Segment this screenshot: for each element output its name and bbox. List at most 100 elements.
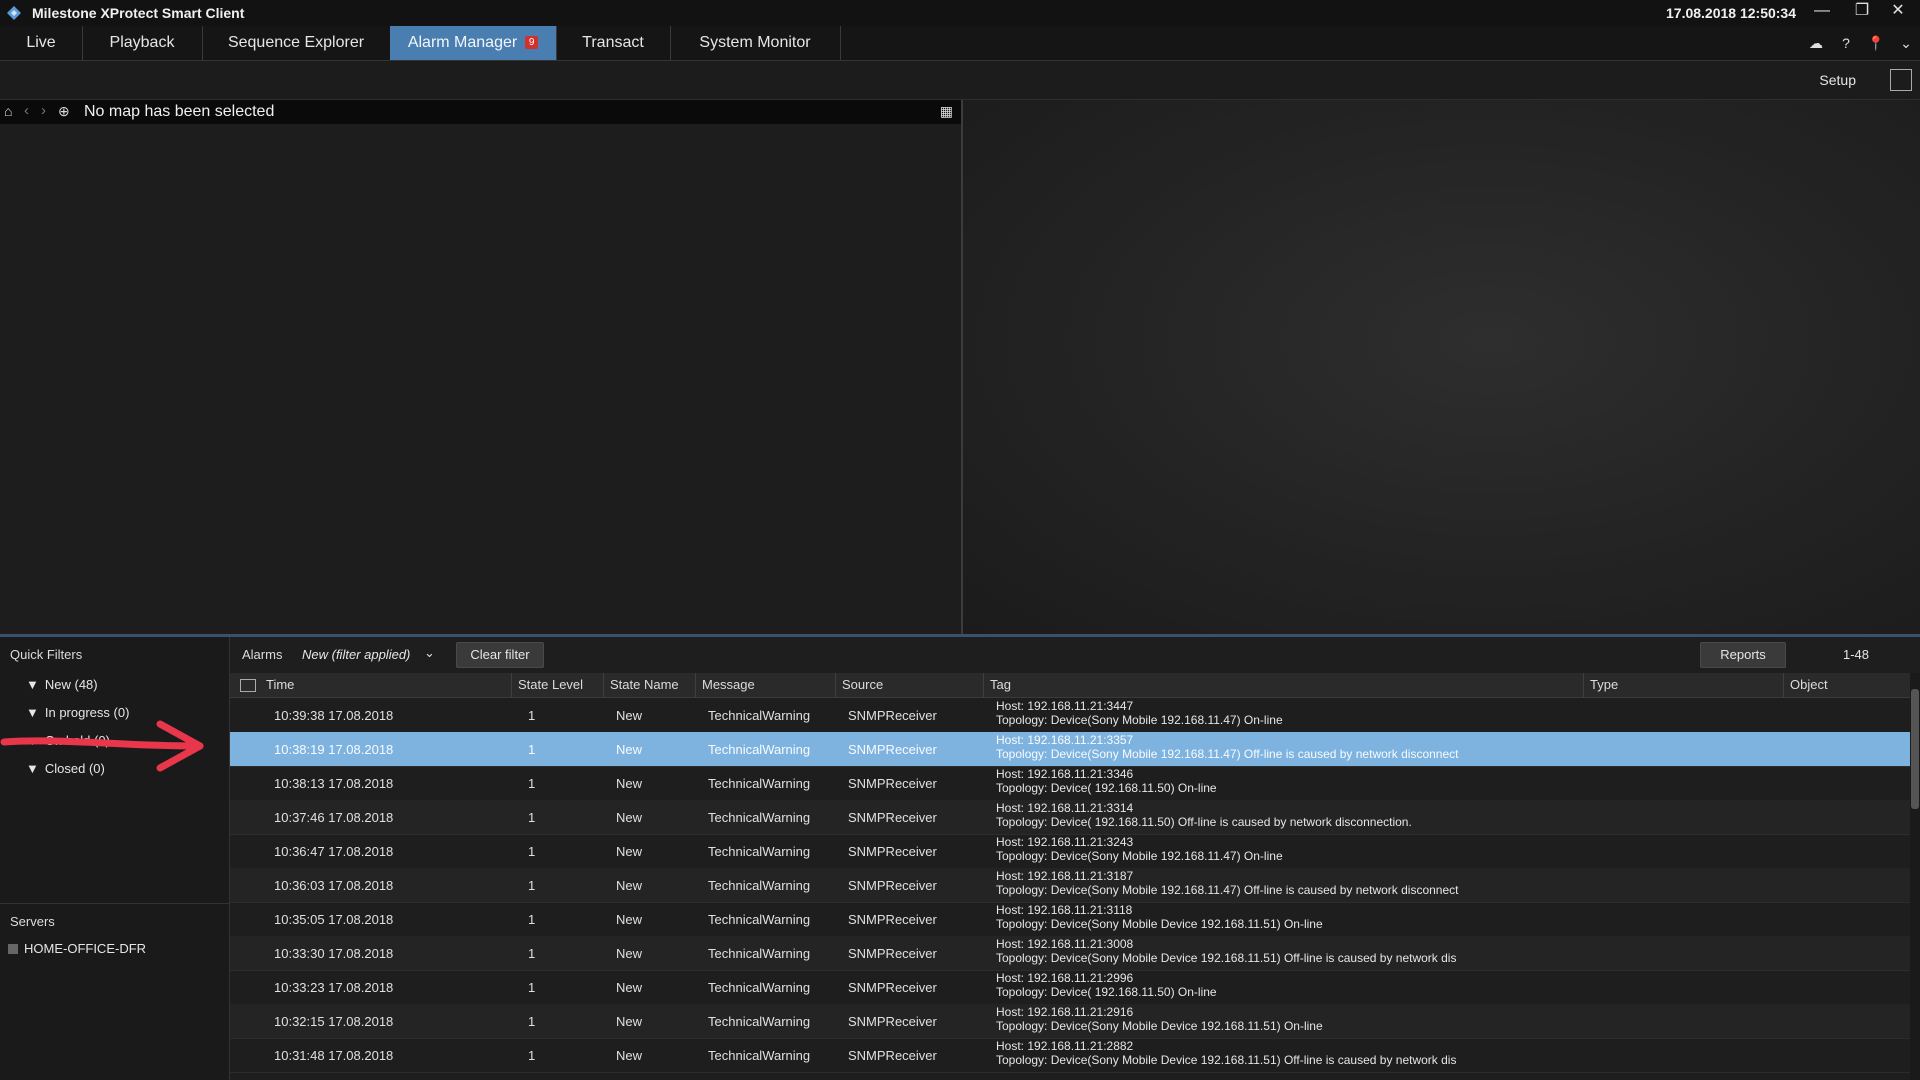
cell-source: SNMPReceiver (848, 810, 937, 825)
tag-topology: Topology: Device( 192.168.11.50) Off-lin… (996, 815, 1412, 829)
filter-new[interactable]: ▼ New (48) (26, 677, 98, 692)
cell-time: 10:32:15 17.08.2018 (274, 1014, 394, 1029)
filter-icon: ▼ (26, 677, 39, 692)
pin-icon[interactable]: 📍 (1866, 33, 1886, 53)
cell-message: TechnicalWarning (708, 776, 811, 791)
alarm-count-badge: 9 (525, 36, 539, 50)
table-row[interactable]: 10:36:03 17.08.2018 1 New TechnicalWarning S… (230, 868, 1910, 903)
tab-label: Live (26, 34, 56, 51)
close-button[interactable]: ✕ (1880, 0, 1916, 24)
cell-source: SNMPReceiver (848, 776, 937, 791)
cell-time: 10:38:13 17.08.2018 (274, 776, 394, 791)
tab-bar: Live Playback Sequence Explorer Alarm Ma… (0, 26, 1920, 61)
cell-time: 10:37:46 17.08.2018 (274, 810, 394, 825)
map-title: No map has been selected (84, 103, 275, 120)
tag-topology: Topology: Device( 192.168.11.50) On-line (996, 985, 1217, 999)
col-state-name[interactable]: State Name (604, 673, 696, 697)
home-icon[interactable]: ⌂ (4, 103, 12, 119)
globe-icon[interactable]: ⊕ (58, 103, 70, 120)
scrollbar[interactable] (1910, 673, 1920, 1080)
tag-topology: Topology: Device(Sony Mobile 192.168.11.… (996, 713, 1283, 727)
filter-label: New (48) (44, 677, 98, 692)
cell-state-name: New (616, 946, 643, 961)
tab-sequence-explorer[interactable]: Sequence Explorer (202, 26, 391, 60)
cell-state-level: 1 (528, 946, 536, 961)
fullscreen-icon[interactable] (1890, 69, 1912, 91)
tab-transact[interactable]: Transact (556, 26, 671, 60)
table-row[interactable]: 10:39:38 17.08.2018 1 New TechnicalWarning S… (230, 698, 1910, 733)
quick-filters-panel: Quick Filters ▼ New (48) ▼ In progress (0)… (0, 637, 230, 1080)
chevron-down-icon[interactable]: ⌄ (1896, 33, 1916, 53)
table-row[interactable]: 10:35:05 17.08.2018 1 New TechnicalWarning S… (230, 902, 1910, 937)
back-icon[interactable]: ‹ (24, 102, 29, 119)
tag-host: Host: 192.168.11.21:3118 (996, 903, 1133, 917)
cell-time: 10:33:30 17.08.2018 (274, 946, 394, 961)
col-message[interactable]: Message (696, 673, 836, 697)
minimize-button[interactable]: — (1804, 0, 1840, 24)
tab-alarm-manager[interactable]: Alarm Manager 9 (390, 26, 557, 60)
select-all-checkbox[interactable] (240, 679, 256, 692)
restore-button[interactable]: ❐ (1844, 0, 1880, 24)
clock: 17.08.2018 12:50:34 (1666, 5, 1796, 21)
cell-source: SNMPReceiver (848, 980, 937, 995)
server-item[interactable]: HOME-OFFICE-DFR (8, 941, 146, 956)
table-row[interactable]: 10:36:47 17.08.2018 1 New TechnicalWarning S… (230, 834, 1910, 869)
tag-topology: Topology: Device(Sony Mobile Device 192.… (996, 917, 1323, 931)
tag-topology: Topology: Device(Sony Mobile 192.168.11.… (996, 747, 1459, 761)
reports-button[interactable]: Reports (1700, 642, 1786, 668)
col-object[interactable]: Object (1784, 673, 1910, 697)
video-preview-panel (963, 100, 1920, 634)
cell-state-name: New (616, 912, 643, 927)
table-row[interactable]: 10:32:15 17.08.2018 1 New TechnicalWarning S… (230, 1004, 1910, 1039)
cell-state-level: 1 (528, 742, 536, 757)
cell-tag: Host: 192.168.11.21:3447 Topology: Device… (996, 699, 1283, 727)
table-row[interactable]: 10:33:30 17.08.2018 1 New TechnicalWarning S… (230, 936, 1910, 971)
cell-time: 10:36:03 17.08.2018 (274, 878, 394, 893)
col-tag[interactable]: Tag (984, 673, 1584, 697)
cell-state-name: New (616, 980, 643, 995)
col-source[interactable]: Source (836, 673, 984, 697)
cell-tag: Host: 192.168.11.21:3187 Topology: Device… (996, 869, 1458, 897)
cell-tag: Host: 192.168.11.21:3118 Topology: Device… (996, 903, 1323, 931)
tag-host: Host: 192.168.11.21:2882 (996, 1039, 1134, 1053)
table-row[interactable]: 10:38:19 17.08.2018 1 New TechnicalWarning S… (230, 732, 1910, 767)
cell-state-level: 1 (528, 878, 536, 893)
scroll-thumb[interactable] (1911, 689, 1919, 809)
cell-tag: Host: 192.168.11.21:3357 Topology: Device… (996, 733, 1458, 761)
map-menu-icon[interactable]: ▦ (940, 103, 953, 120)
cell-state-level: 1 (528, 810, 536, 825)
cell-state-name: New (616, 810, 643, 825)
setup-button[interactable]: Setup (1819, 72, 1856, 88)
tag-host: Host: 192.168.11.21:3243 (996, 835, 1134, 849)
table-header: Time State Level State Name Message Sour… (230, 673, 1910, 698)
tag-topology: Topology: Device(Sony Mobile Device 192.… (996, 1053, 1457, 1067)
tag-host: Host: 192.168.11.21:3187 (996, 869, 1134, 883)
table-row[interactable]: 10:37:46 17.08.2018 1 New TechnicalWarning S… (230, 800, 1910, 835)
cell-message: TechnicalWarning (708, 878, 811, 893)
tab-playback[interactable]: Playback (82, 26, 203, 60)
forward-icon[interactable]: › (41, 102, 46, 119)
cell-time: 10:31:48 17.08.2018 (274, 1048, 394, 1063)
cell-source: SNMPReceiver (848, 1014, 937, 1029)
chevron-down-icon[interactable]: ⌄ (424, 645, 435, 661)
cloud-icon[interactable]: ☁ (1806, 33, 1826, 53)
help-icon[interactable]: ? (1836, 33, 1856, 53)
cell-message: TechnicalWarning (708, 946, 811, 961)
table-row[interactable]: 10:31:48 17.08.2018 1 New TechnicalWarning S… (230, 1038, 1910, 1073)
clear-filter-button[interactable]: Clear filter (456, 642, 544, 668)
cell-message: TechnicalWarning (708, 980, 811, 995)
table-row[interactable]: 10:33:23 17.08.2018 1 New TechnicalWarning S… (230, 970, 1910, 1005)
tag-host: Host: 192.168.11.21:3314 (996, 801, 1134, 815)
tag-host: Host: 192.168.11.21:2996 (996, 971, 1134, 985)
alarm-filter-select[interactable]: New (filter applied) (302, 647, 410, 662)
cell-message: TechnicalWarning (708, 844, 811, 859)
table-row[interactable]: 10:38:13 17.08.2018 1 New TechnicalWarning S… (230, 766, 1910, 801)
cell-message: TechnicalWarning (708, 742, 811, 757)
col-time[interactable]: Time (260, 673, 512, 697)
cell-source: SNMPReceiver (848, 878, 937, 893)
tab-live[interactable]: Live (0, 26, 83, 60)
col-type[interactable]: Type (1584, 673, 1784, 697)
tag-host: Host: 192.168.11.21:3357 (996, 733, 1134, 747)
col-state-level[interactable]: State Level (512, 673, 604, 697)
tab-system-monitor[interactable]: System Monitor (670, 26, 841, 60)
